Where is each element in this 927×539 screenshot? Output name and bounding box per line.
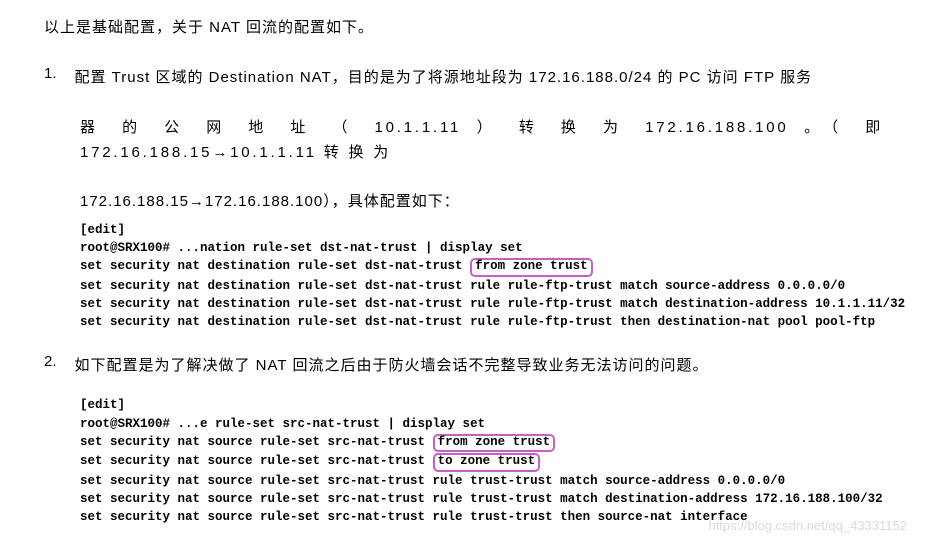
code2-line1: [edit] bbox=[80, 396, 883, 414]
item-1: 1. 配置 Trust 区域的 Destination NAT，目的是为了将源地… bbox=[44, 65, 883, 211]
item-2-line1: 如下配置是为了解决做了 NAT 回流之后由于防火墙会话不完整导致业务无法访问的问… bbox=[75, 353, 709, 379]
code2-line4: set security nat source rule-set src-nat… bbox=[80, 452, 883, 472]
code2-l4-prefix: set security nat source rule-set src-nat… bbox=[80, 454, 433, 468]
code-block-2: [edit] root@SRX100# ...e rule-set src-na… bbox=[80, 396, 883, 526]
code1-line3: set security nat destination rule-set ds… bbox=[80, 257, 883, 277]
watermark-text: https://blog.csdn.net/qq_43331152 bbox=[708, 518, 907, 533]
highlight-from-zone-trust-2: from zone trust bbox=[433, 434, 556, 453]
item-2-header: 2. 如下配置是为了解决做了 NAT 回流之后由于防火墙会话不完整导致业务无法访… bbox=[44, 353, 883, 379]
code2-line5: set security nat source rule-set src-nat… bbox=[80, 472, 883, 490]
code2-line2: root@SRX100# ...e rule-set src-nat-trust… bbox=[80, 415, 883, 433]
item-2: 2. 如下配置是为了解决做了 NAT 回流之后由于防火墙会话不完整导致业务无法访… bbox=[44, 353, 883, 379]
code1-line6: set security nat destination rule-set ds… bbox=[80, 313, 883, 331]
item-2-number: 2. bbox=[44, 353, 57, 370]
code2-line6: set security nat source rule-set src-nat… bbox=[80, 490, 883, 508]
item-1-line2: 器 的 公 网 地 址 （ 10.1.1.11 ） 转 换 为 172.16.1… bbox=[80, 115, 883, 166]
code-block-1: [edit] root@SRX100# ...nation rule-set d… bbox=[80, 221, 883, 331]
item-1-header: 1. 配置 Trust 区域的 Destination NAT，目的是为了将源地… bbox=[44, 65, 883, 91]
highlight-to-zone-trust: to zone trust bbox=[433, 453, 541, 472]
highlight-from-zone-trust: from zone trust bbox=[470, 258, 593, 277]
code1-line1: [edit] bbox=[80, 221, 883, 239]
code1-l3-prefix: set security nat destination rule-set ds… bbox=[80, 259, 470, 273]
item-1-number: 1. bbox=[44, 65, 57, 82]
code1-line2: root@SRX100# ...nation rule-set dst-nat-… bbox=[80, 239, 883, 257]
code1-line5: set security nat destination rule-set ds… bbox=[80, 295, 883, 313]
code2-l3-prefix: set security nat source rule-set src-nat… bbox=[80, 435, 433, 449]
item-1-line1: 配置 Trust 区域的 Destination NAT，目的是为了将源地址段为… bbox=[75, 65, 813, 91]
code2-line3: set security nat source rule-set src-nat… bbox=[80, 433, 883, 453]
item-1-line3: 172.16.188.15→172.16.188.100），具体配置如下： bbox=[80, 190, 883, 211]
code1-line4: set security nat destination rule-set ds… bbox=[80, 277, 883, 295]
intro-text: 以上是基础配置，关于 NAT 回流的配置如下。 bbox=[44, 16, 883, 37]
